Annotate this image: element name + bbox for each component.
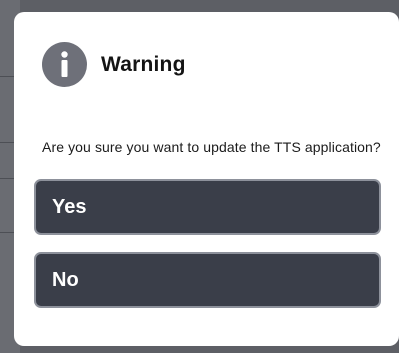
warning-dialog: Warning Are you sure you want to update …: [14, 12, 399, 346]
yes-button-label: Yes: [52, 195, 87, 218]
dialog-header: Warning: [42, 42, 186, 87]
no-button[interactable]: No: [34, 252, 381, 308]
dialog-title: Warning: [101, 52, 186, 76]
dialog-message: Are you sure you want to update the TTS …: [42, 139, 381, 155]
info-icon: [42, 42, 87, 87]
yes-button[interactable]: Yes: [34, 179, 381, 235]
no-button-label: No: [52, 268, 79, 291]
